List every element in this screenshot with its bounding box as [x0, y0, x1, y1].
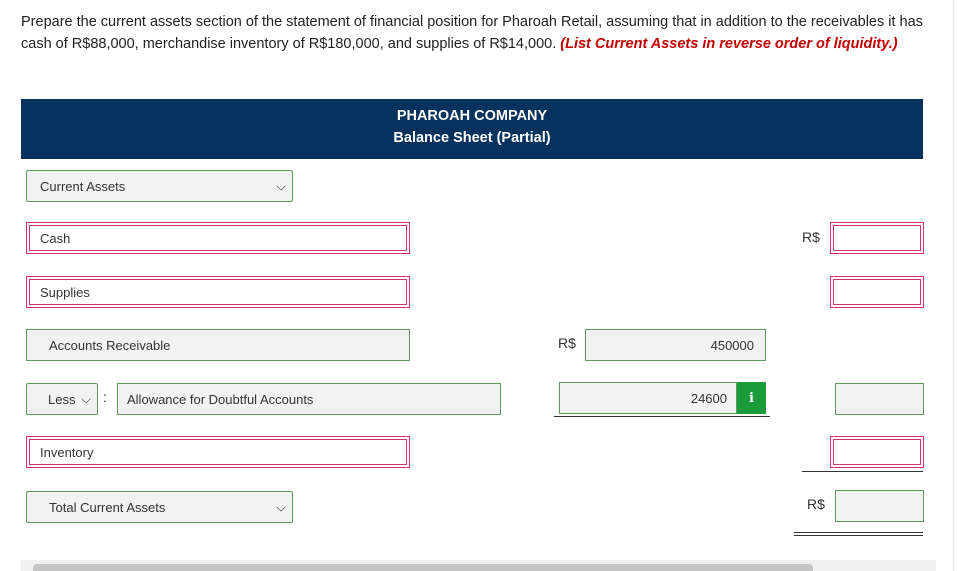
cash-amount-input[interactable] — [830, 222, 924, 254]
receivable-account-input[interactable]: Accounts Receivable — [26, 329, 410, 361]
total-select[interactable]: Total Current Assets ⌵ — [26, 491, 293, 523]
inventory-account-input[interactable]: Inventory — [26, 436, 410, 468]
receivable-account-label: Accounts Receivable — [49, 337, 171, 353]
statement-header: PHAROAH COMPANY Balance Sheet (Partial) — [21, 99, 923, 159]
chevron-down-icon: ⌵ — [276, 178, 286, 194]
total-double-underline-bottom — [794, 535, 923, 536]
allowance-account-label: Allowance for Doubtful Accounts — [127, 391, 314, 407]
chevron-down-icon: ⌵ — [81, 391, 91, 407]
supplies-amount-input[interactable] — [830, 276, 924, 308]
total-select-value: Total Current Assets — [49, 499, 166, 515]
inventory-amount-input[interactable] — [830, 436, 924, 468]
allowance-account-input[interactable]: Allowance for Doubtful Accounts — [117, 383, 501, 415]
cash-currency-symbol: R$ — [802, 229, 820, 245]
subtotal-underline — [554, 416, 770, 417]
allowance-amount-value: 24600 — [690, 390, 727, 406]
colon-separator: : — [103, 389, 107, 405]
statement-title: Balance Sheet (Partial) — [393, 130, 551, 146]
company-name: PHAROAH COMPANY — [396, 108, 548, 124]
supplies-account-input[interactable]: Supplies — [26, 276, 410, 308]
receivable-amount-value: 450000 — [710, 337, 754, 353]
total-double-underline-top — [794, 532, 923, 533]
less-select-value: Less — [48, 391, 76, 407]
supplies-account-label: Supplies — [40, 284, 90, 300]
section-select[interactable]: Current Assets ⌵ — [26, 170, 293, 202]
total-currency-symbol: R$ — [807, 496, 825, 512]
receivable-amount-input[interactable]: 450000 — [585, 329, 766, 361]
instructions: Prepare the current assets section of th… — [21, 11, 931, 55]
less-select[interactable]: Less ⌵ — [26, 383, 98, 415]
chevron-down-icon: ⌵ — [276, 499, 286, 515]
info-icon[interactable]: i — [737, 382, 766, 414]
panel-border — [953, 0, 954, 571]
net-receivable-input[interactable] — [835, 383, 924, 415]
instructions-emphasis: (List Current Assets in reverse order of… — [560, 36, 898, 52]
total-amount-input[interactable] — [835, 490, 924, 522]
inventory-underline — [802, 471, 923, 472]
section-select-value: Current Assets — [40, 178, 126, 194]
inventory-account-label: Inventory — [40, 444, 94, 460]
cash-account-label: Cash — [40, 230, 71, 246]
scrollbar-thumb[interactable] — [33, 564, 813, 571]
cash-account-input[interactable]: Cash — [26, 222, 410, 254]
allowance-amount-input[interactable]: 24600 — [559, 382, 737, 414]
receivable-currency-symbol: R$ — [558, 335, 576, 351]
